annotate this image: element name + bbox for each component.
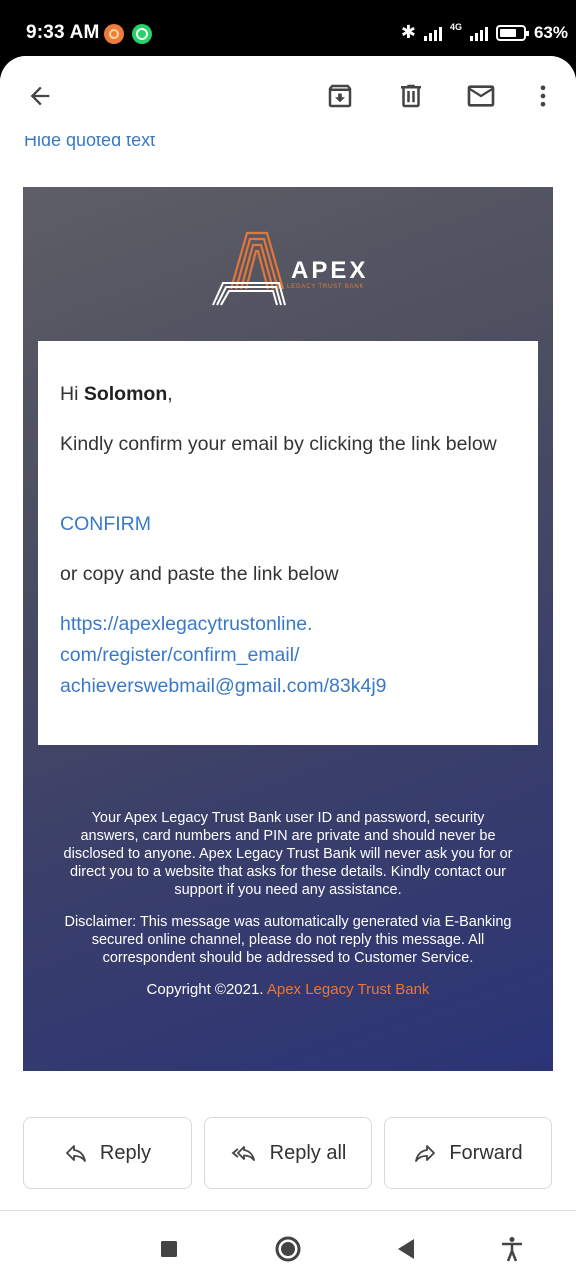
bluetooth-icon: ✱ [400, 22, 416, 42]
greeting: Hi Solomon, [60, 379, 510, 409]
greeting-suffix: , [167, 383, 173, 405]
security-notice: Your Apex Legacy Trust Bank user ID and … [63, 810, 513, 898]
trash-icon [401, 84, 421, 108]
mark-unread-button[interactable] [461, 76, 501, 116]
signal-icon [423, 25, 442, 41]
triangle-back-icon [398, 1239, 414, 1259]
reply-icon [66, 1145, 86, 1162]
whatsapp-icon [132, 24, 152, 44]
reply-actions: Reply Reply all Forward [0, 1117, 576, 1189]
system-nav-bar [0, 1216, 576, 1280]
message-panel: Hi Solomon, Kindly confirm your email by… [38, 341, 538, 745]
battery-percent: 63% [533, 22, 568, 42]
email-screen: Hide quoted text APEX LEGACY TRUST BANK [0, 56, 576, 1280]
confirmation-url-link[interactable]: https://apexlegacytrustonline. com/regist… [60, 609, 510, 702]
archive-button[interactable] [320, 76, 360, 116]
forward-icon [415, 1145, 436, 1162]
circle-icon [275, 1236, 301, 1262]
confirm-link[interactable]: CONFIRM [60, 509, 510, 539]
copy-instruction: or copy and paste the link below [60, 563, 339, 585]
email-body: APEX LEGACY TRUST BANK Hi Solomon, Kindl… [23, 187, 553, 1071]
status-right: ✱ 4G 63% [401, 22, 568, 43]
home-button[interactable] [273, 1234, 303, 1264]
copyright-prefix: Copyright ©2021. [146, 981, 267, 998]
square-icon [161, 1241, 177, 1257]
logo-brand-name: APEX [291, 257, 369, 284]
recents-button[interactable] [154, 1234, 184, 1264]
copyright: Copyright ©2021. Apex Legacy Trust Bank [63, 981, 513, 999]
network-type: 4G [449, 21, 462, 32]
back-button[interactable] [20, 76, 60, 116]
recipient-name: Solomon [83, 383, 168, 405]
logo-subtitle: LEGACY TRUST BANK [287, 284, 365, 290]
accessibility-icon [502, 1237, 522, 1262]
battery-icon [495, 24, 529, 41]
more-vertical-icon [540, 85, 546, 107]
accessibility-button[interactable] [497, 1234, 527, 1264]
bottom-divider [0, 1210, 576, 1211]
reply-label: Reply [99, 1141, 152, 1164]
confirm-instruction: Kindly confirm your email by clicking th… [60, 433, 497, 455]
status-time: 9:33 AM [26, 22, 100, 43]
status-bar: 9:33 AM ✱ 4G 63% [0, 0, 576, 64]
forward-button[interactable]: Forward [384, 1117, 552, 1189]
arrow-left-icon [30, 86, 50, 106]
top-app-bar [0, 56, 576, 136]
reply-all-icon [231, 1146, 255, 1161]
more-options-button[interactable] [523, 76, 563, 116]
apex-logo-mark-icon [212, 231, 286, 306]
back-nav-button[interactable] [391, 1234, 421, 1264]
archive-icon [328, 84, 352, 108]
reply-button[interactable]: Reply [23, 1117, 192, 1189]
signal-icon-2 [469, 25, 488, 41]
greeting-prefix: Hi [60, 383, 84, 405]
url-line: https://apexlegacytrustonline. [60, 613, 313, 635]
email-footer: Your Apex Legacy Trust Bank user ID and … [63, 809, 513, 999]
delete-button[interactable] [391, 76, 431, 116]
toolbar-overlap [0, 126, 576, 136]
url-line: achieverswebmail@gmail.com/83k4j9 [60, 675, 387, 697]
mail-icon [467, 85, 495, 107]
url-line: com/register/confirm_email/ [60, 644, 300, 666]
apex-logo: APEX LEGACY TRUST BANK [209, 227, 409, 307]
reply-all-label: Reply all [269, 1141, 347, 1164]
forward-label: Forward [449, 1141, 523, 1164]
notification-app-icon [104, 24, 124, 44]
copyright-brand-link[interactable]: Apex Legacy Trust Bank [267, 981, 430, 998]
disclaimer: Disclaimer: This message was automatical… [64, 914, 512, 966]
reply-all-button[interactable]: Reply all [204, 1117, 372, 1189]
